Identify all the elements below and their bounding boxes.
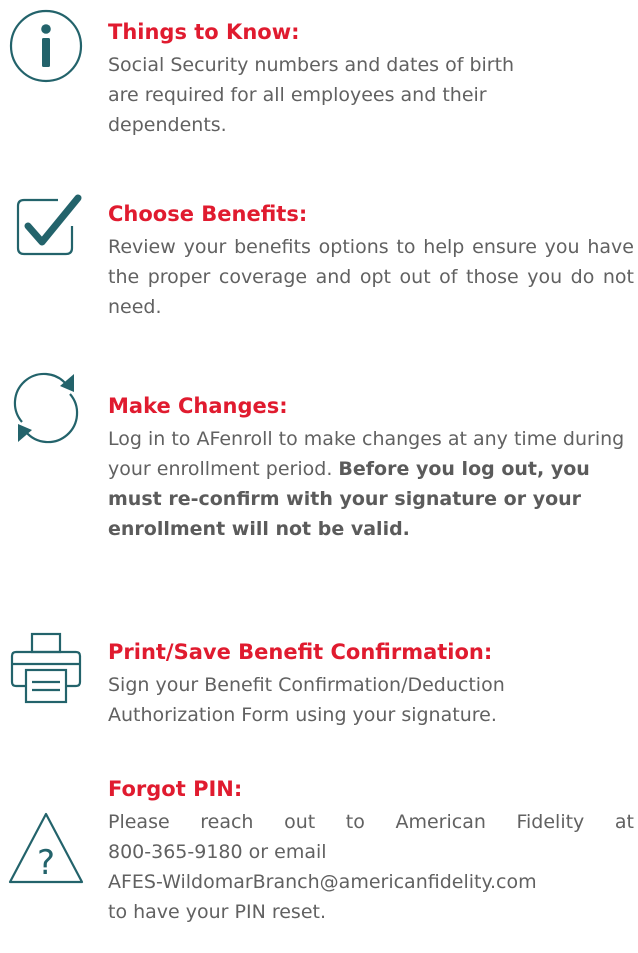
section-text: Print/Save Benefit Confirmation: Sign yo… <box>108 638 638 730</box>
section-body: Sign your Benefit Confirmation/Deduction… <box>108 674 505 726</box>
section-body: Social Security numbers and dates of bir… <box>108 54 515 136</box>
info-icon <box>8 8 84 84</box>
section-heading: Choose Benefits: <box>108 202 308 226</box>
body-intro: Please reach out to American Fidelity at <box>108 811 634 833</box>
printer-icon <box>8 630 84 706</box>
phone-number: 800-365-9180 <box>108 841 243 863</box>
body-end: to have your PIN reset. <box>108 901 327 923</box>
email-address[interactable]: AFES-WildomarBranch@americanfidelity.com <box>108 871 537 893</box>
section-text: Things to Know: Social Security numbers … <box>108 18 638 140</box>
section-body: Log in to AFenroll to make changes at an… <box>108 424 634 544</box>
checkmark-icon <box>8 188 84 264</box>
section-body: Review your benefits options to help ens… <box>108 236 634 318</box>
email-prefix: or email <box>248 841 327 863</box>
svg-text:?: ? <box>37 843 55 883</box>
section-text: Make Changes: Log in to AFenroll to make… <box>108 392 638 544</box>
refresh-arrows-icon <box>8 370 84 446</box>
question-triangle-icon: ? <box>8 810 84 886</box>
section-heading: Make Changes: <box>108 394 288 418</box>
section-heading: Print/Save Benefit Confirmation: <box>108 640 493 664</box>
section-heading: Things to Know: <box>108 20 300 44</box>
section-body: Please reach out to American Fidelity at… <box>108 807 634 927</box>
section-text: Choose Benefits: Review your benefits op… <box>108 200 638 322</box>
section-text: Forgot PIN: Please reach out to American… <box>108 775 638 927</box>
section-heading: Forgot PIN: <box>108 777 243 801</box>
